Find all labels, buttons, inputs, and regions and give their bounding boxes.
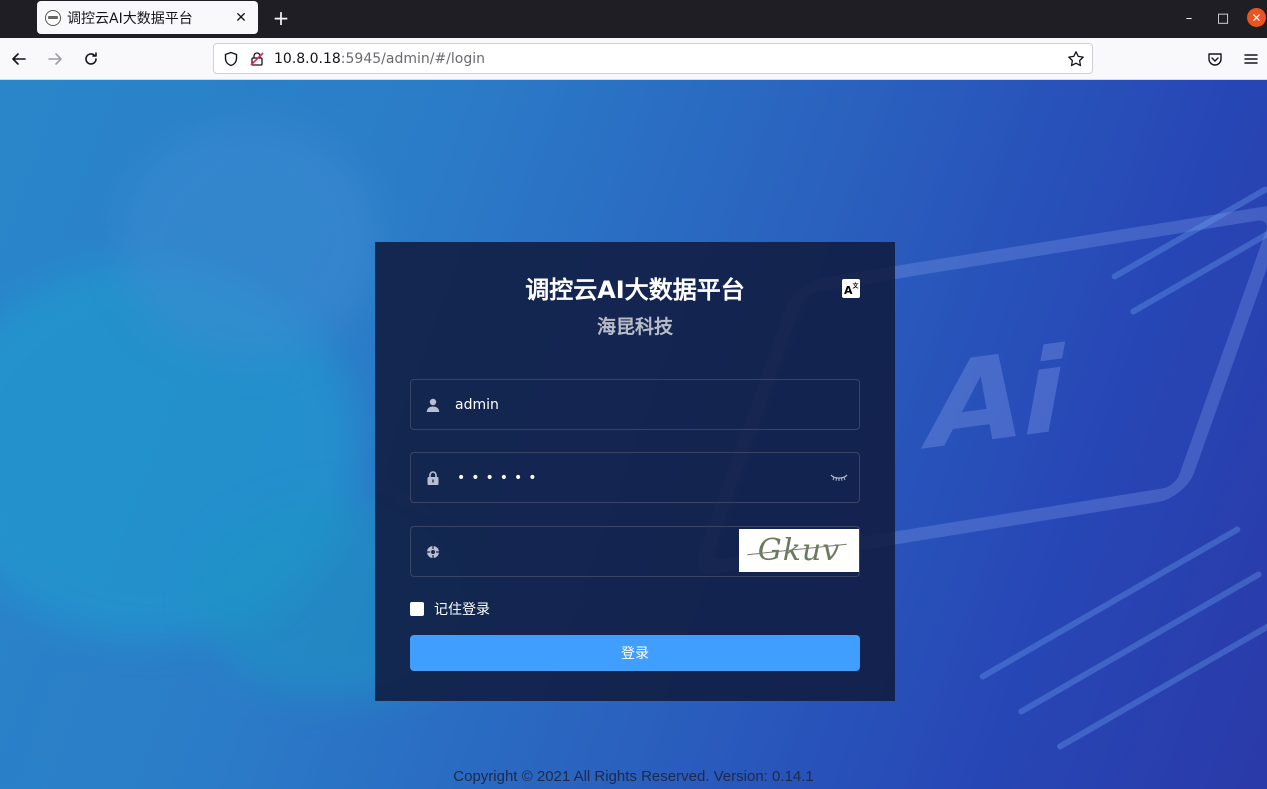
browser-tab[interactable]: 调控云AI大数据平台 ✕ bbox=[37, 1, 258, 34]
site-favicon-icon bbox=[45, 9, 61, 26]
pocket-icon[interactable] bbox=[1204, 48, 1226, 70]
url-path: :5945/admin/#/login bbox=[340, 50, 485, 67]
eye-closed-icon[interactable] bbox=[819, 452, 859, 503]
remember-checkbox[interactable] bbox=[410, 602, 424, 616]
language-switch-label: A bbox=[844, 284, 853, 297]
password-field[interactable]: •••••• bbox=[410, 452, 860, 503]
url-bar[interactable]: 10.8.0.18 :5945/admin/#/login bbox=[213, 43, 1093, 74]
login-card: 调控云AI大数据平台 海昆科技 A文 •••••• bbox=[375, 242, 895, 701]
background-shape bbox=[120, 120, 380, 360]
login-subtitle: 海昆科技 bbox=[596, 316, 673, 338]
captcha-text: Gkuv bbox=[757, 533, 841, 568]
language-switch-sup: 文 bbox=[852, 283, 859, 290]
reload-icon[interactable] bbox=[80, 48, 102, 70]
login-page: Ai 调控云AI大数据平台 海昆科技 A文 •••••• bbox=[0, 80, 1267, 789]
tab-close-icon[interactable]: ✕ bbox=[232, 9, 250, 27]
window-close-button[interactable]: ✕ bbox=[1247, 8, 1266, 27]
login-title: 调控云AI大数据平台 bbox=[525, 276, 745, 304]
captcha-target-icon bbox=[411, 526, 455, 577]
tracking-shield-icon[interactable] bbox=[222, 50, 240, 68]
hamburger-menu-icon[interactable] bbox=[1240, 48, 1262, 70]
circuit-trace bbox=[1017, 570, 1263, 716]
tab-title: 调控云AI大数据平台 bbox=[67, 10, 193, 27]
user-icon bbox=[411, 379, 455, 430]
remember-login[interactable]: 记住登录 bbox=[410, 599, 490, 619]
password-input[interactable]: •••••• bbox=[455, 470, 819, 486]
back-arrow-icon[interactable] bbox=[8, 48, 30, 70]
insecure-lock-icon[interactable] bbox=[248, 50, 266, 68]
star-icon[interactable] bbox=[1066, 49, 1086, 69]
lock-icon bbox=[411, 452, 455, 503]
copyright-text: Copyright © 2021 All Rights Reserved. Ve… bbox=[453, 768, 814, 785]
username-input[interactable] bbox=[455, 380, 859, 429]
url-host: 10.8.0.18 bbox=[274, 50, 341, 67]
window-maximize-button[interactable]: □ bbox=[1213, 8, 1233, 28]
browser-tab-bar: 调控云AI大数据平台 ✕ + – □ ✕ bbox=[0, 0, 1267, 38]
window-minimize-button[interactable]: – bbox=[1179, 8, 1199, 28]
captcha-field[interactable]: Gkuv bbox=[410, 526, 860, 577]
captcha-image[interactable]: Gkuv bbox=[739, 529, 859, 572]
forward-arrow-icon[interactable] bbox=[44, 48, 66, 70]
circuit-trace bbox=[1055, 615, 1267, 751]
new-tab-button[interactable]: + bbox=[270, 6, 292, 30]
browser-nav-bar: 10.8.0.18 :5945/admin/#/login bbox=[0, 38, 1267, 80]
language-switch-icon[interactable]: A文 bbox=[842, 279, 860, 298]
login-button[interactable]: 登录 bbox=[410, 635, 860, 671]
ai-chip-logo: Ai bbox=[914, 321, 1080, 478]
username-field[interactable] bbox=[410, 379, 860, 430]
remember-label: 记住登录 bbox=[434, 602, 490, 618]
